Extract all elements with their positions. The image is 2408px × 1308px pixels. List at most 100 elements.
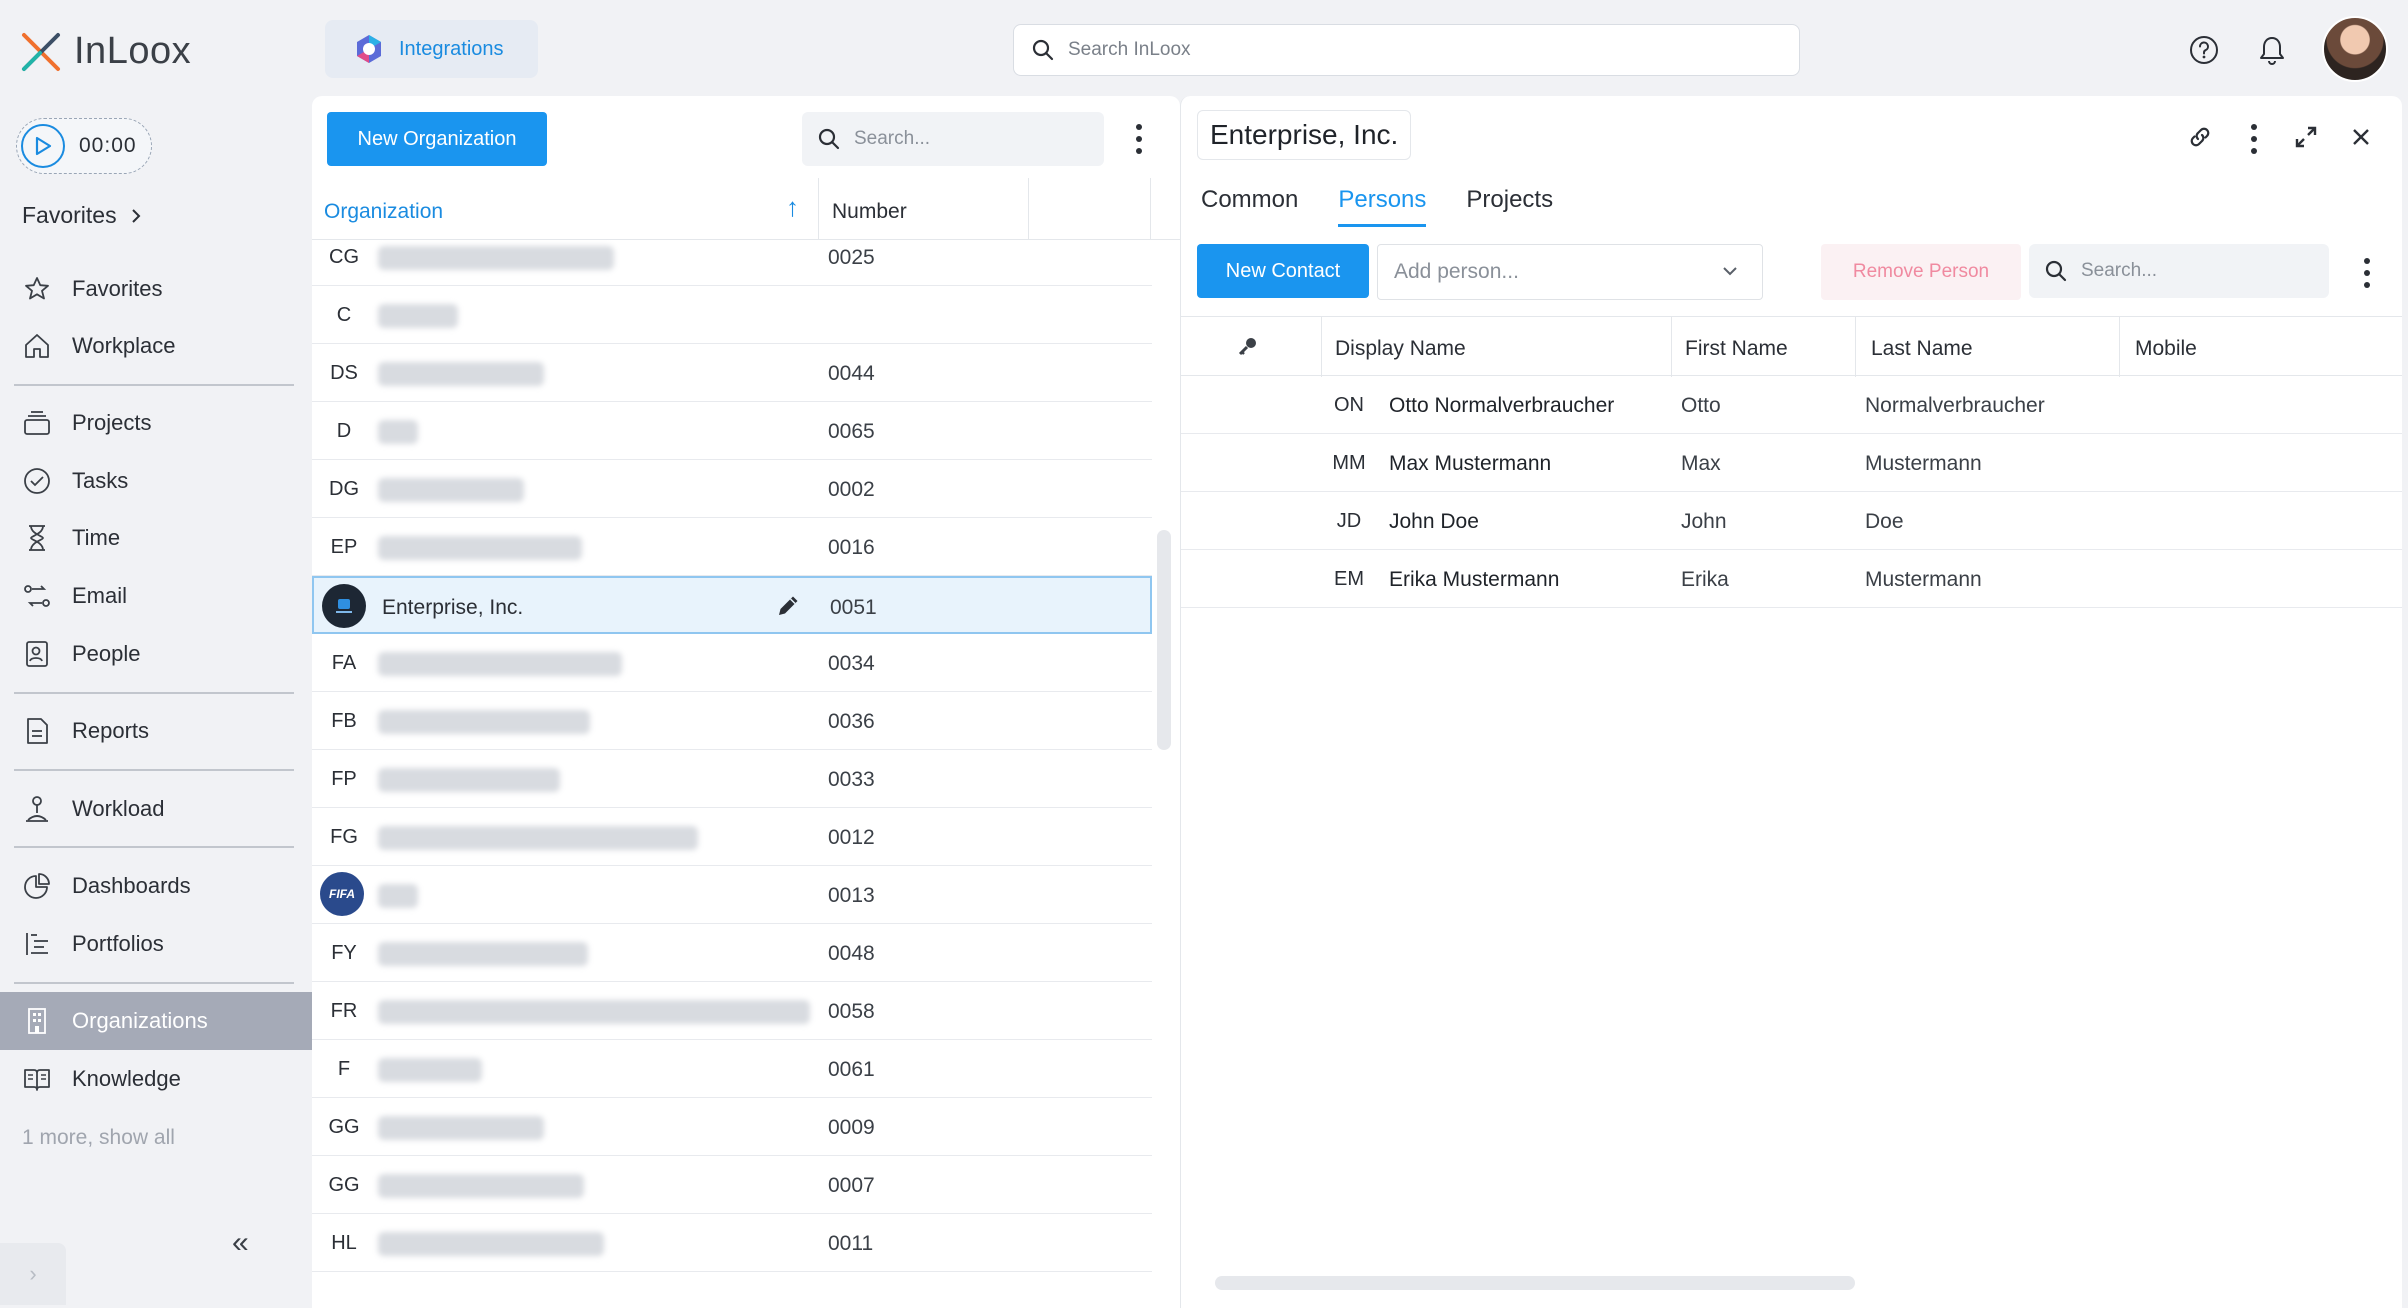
redacted-name: [378, 246, 614, 270]
remove-person-button[interactable]: Remove Person: [1821, 244, 2021, 300]
redacted-name: [378, 768, 560, 792]
table-row[interactable]: FY 0048: [312, 924, 1152, 982]
workload-icon: [20, 792, 54, 826]
collapse-sidebar-icon[interactable]: «: [232, 1226, 249, 1260]
favorites-heading[interactable]: Favorites: [22, 202, 145, 229]
book-icon: [20, 1062, 54, 1096]
column-organization[interactable]: Organization: [324, 200, 443, 224]
table-row[interactable]: FG 0012: [312, 808, 1152, 866]
table-row[interactable]: F 0061: [312, 1040, 1152, 1098]
table-row[interactable]: EP 0016: [312, 518, 1152, 576]
table-row[interactable]: GG 0009: [312, 1098, 1152, 1156]
sidebar: 00:00 Favorites Favorites Workplace Proj…: [0, 96, 312, 1308]
avatar: EM: [1334, 567, 1364, 590]
persons-more-options-icon[interactable]: [2361, 258, 2373, 288]
top-bar: InLoox Integrations Search InLoox: [0, 0, 2408, 96]
table-row[interactable]: HL 0011: [312, 1214, 1152, 1272]
sidebar-divider: [14, 982, 294, 984]
show-all-link[interactable]: 1 more, show all: [22, 1126, 175, 1150]
contacts-icon: [20, 637, 54, 671]
table-row[interactable]: FP 0033: [312, 750, 1152, 808]
column-number[interactable]: Number: [832, 200, 907, 224]
persons-table-header: Display Name First Name Last Name Mobile: [1181, 316, 2402, 377]
table-row[interactable]: ON Otto Normalverbraucher Otto Normalver…: [1181, 376, 2402, 434]
sidebar-item-knowledge[interactable]: Knowledge: [0, 1050, 312, 1108]
person-search-input[interactable]: Search...: [2029, 244, 2329, 298]
timer-widget[interactable]: 00:00: [16, 118, 152, 174]
timer-value: 00:00: [79, 134, 137, 157]
detail-title[interactable]: Enterprise, Inc.: [1197, 110, 1412, 160]
table-row[interactable]: D 0065: [312, 402, 1152, 460]
close-icon[interactable]: [2346, 122, 2376, 152]
sidebar-item-dashboards[interactable]: Dashboards: [0, 857, 312, 915]
org-list-scrollbar[interactable]: [1157, 530, 1171, 750]
table-row[interactable]: FR 0058: [312, 982, 1152, 1040]
column-mobile[interactable]: Mobile: [2135, 337, 2197, 361]
chevron-right-icon: [131, 208, 141, 223]
email-flow-icon: [20, 579, 54, 613]
integrations-label: Integrations: [399, 37, 504, 60]
add-person-dropdown[interactable]: Add person...: [1377, 244, 1763, 300]
table-row[interactable]: CG 0025: [312, 228, 1152, 286]
link-icon[interactable]: [2185, 122, 2215, 152]
sidebar-item-reports[interactable]: Reports: [0, 702, 312, 760]
sidebar-item-workplace[interactable]: Workplace: [0, 317, 312, 375]
table-row[interactable]: DS 0044: [312, 344, 1152, 402]
global-search-input[interactable]: Search InLoox: [1013, 24, 1800, 76]
help-icon[interactable]: [2186, 32, 2222, 68]
sort-ascending-icon[interactable]: ↑: [786, 192, 799, 223]
column-last-name[interactable]: Last Name: [1871, 337, 1973, 361]
new-organization-button[interactable]: New Organization: [327, 112, 547, 166]
sidebar-divider: [14, 769, 294, 771]
redacted-name: [378, 1232, 604, 1256]
tab-common[interactable]: Common: [1201, 186, 1298, 227]
sidebar-item-portfolios[interactable]: Portfolios: [0, 915, 312, 973]
table-row[interactable]: DG 0002: [312, 460, 1152, 518]
org-search-input[interactable]: Search...: [802, 112, 1104, 166]
organization-list-panel: New Organization Search... Organization …: [312, 96, 1180, 1308]
user-avatar[interactable]: [2322, 16, 2388, 82]
sidebar-item-email[interactable]: Email: [0, 567, 312, 625]
sidebar-item-workload[interactable]: Workload: [0, 780, 312, 838]
table-row[interactable]: JD John Doe John Doe: [1181, 492, 2402, 550]
table-row[interactable]: C: [312, 286, 1152, 344]
redacted-name: [378, 1116, 544, 1140]
expand-icon[interactable]: [2291, 122, 2321, 152]
org-more-options-icon[interactable]: [1133, 124, 1145, 154]
inloox-logo[interactable]: InLoox: [20, 30, 191, 73]
edit-pencil-icon[interactable]: [774, 592, 802, 625]
sidebar-item-tasks[interactable]: Tasks: [0, 452, 312, 510]
column-display-name[interactable]: Display Name: [1335, 337, 1466, 361]
table-row[interactable]: FA 0034: [312, 634, 1152, 692]
persons-horizontal-scrollbar[interactable]: [1215, 1276, 1855, 1290]
search-icon: [2045, 260, 2067, 282]
redacted-name: [378, 304, 458, 328]
table-row[interactable]: FB 0036: [312, 692, 1152, 750]
notification-bell-icon[interactable]: [2254, 32, 2290, 68]
projects-icon: [20, 406, 54, 440]
hourglass-icon: [20, 521, 54, 555]
avatar: JD: [1336, 509, 1362, 532]
sidebar-item-organizations[interactable]: Organizations: [0, 992, 312, 1050]
play-icon[interactable]: [21, 124, 65, 168]
table-row[interactable]: EM Erika Mustermann Erika Mustermann: [1181, 550, 2402, 608]
sidebar-item-favorites[interactable]: Favorites: [0, 260, 312, 318]
table-row-selected[interactable]: Enterprise, Inc. 0051: [312, 576, 1152, 634]
new-contact-button[interactable]: New Contact: [1197, 244, 1369, 298]
tab-projects[interactable]: Projects: [1466, 186, 1553, 227]
redacted-name: [378, 1058, 482, 1082]
sidebar-divider: [14, 846, 294, 848]
column-first-name[interactable]: First Name: [1685, 337, 1788, 361]
table-row[interactable]: MM Max Mustermann Max Mustermann: [1181, 434, 2402, 492]
sidebar-divider: [14, 692, 294, 694]
table-row[interactable]: FIFA 0013: [312, 866, 1152, 924]
table-row[interactable]: GG 0007: [312, 1156, 1152, 1214]
pie-chart-icon: [20, 869, 54, 903]
sidebar-item-people[interactable]: People: [0, 625, 312, 683]
detail-more-options-icon[interactable]: [2248, 124, 2260, 154]
integrations-button[interactable]: Integrations: [325, 20, 538, 78]
sidebar-item-time[interactable]: Time: [0, 509, 312, 567]
expand-chevron-icon[interactable]: ›: [0, 1243, 66, 1305]
tab-persons[interactable]: Persons: [1338, 186, 1427, 227]
sidebar-item-projects[interactable]: Projects: [0, 394, 312, 452]
